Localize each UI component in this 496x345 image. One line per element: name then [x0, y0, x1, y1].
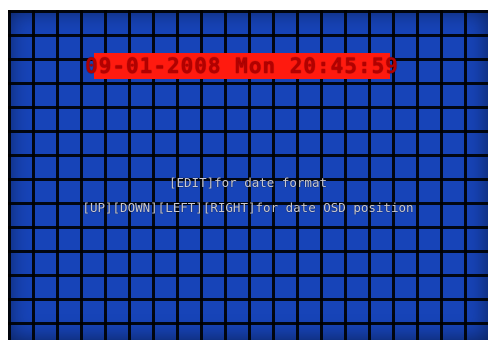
position-hint: [UP][DOWN][LEFT][RIGHT]for date OSD posi… — [82, 200, 414, 215]
osd-grid-screen: 09-01-2008 Mon 20:45:59 [EDIT]for date f… — [8, 10, 488, 340]
edit-format-hint: [EDIT]for date format — [168, 175, 328, 190]
date-time-text: 09-01-2008 Mon 20:45:59 — [85, 54, 399, 78]
osd-frame: 09-01-2008 Mon 20:45:59 [EDIT]for date f… — [0, 0, 496, 345]
date-osd-bar[interactable]: 09-01-2008 Mon 20:45:59 — [85, 53, 398, 79]
